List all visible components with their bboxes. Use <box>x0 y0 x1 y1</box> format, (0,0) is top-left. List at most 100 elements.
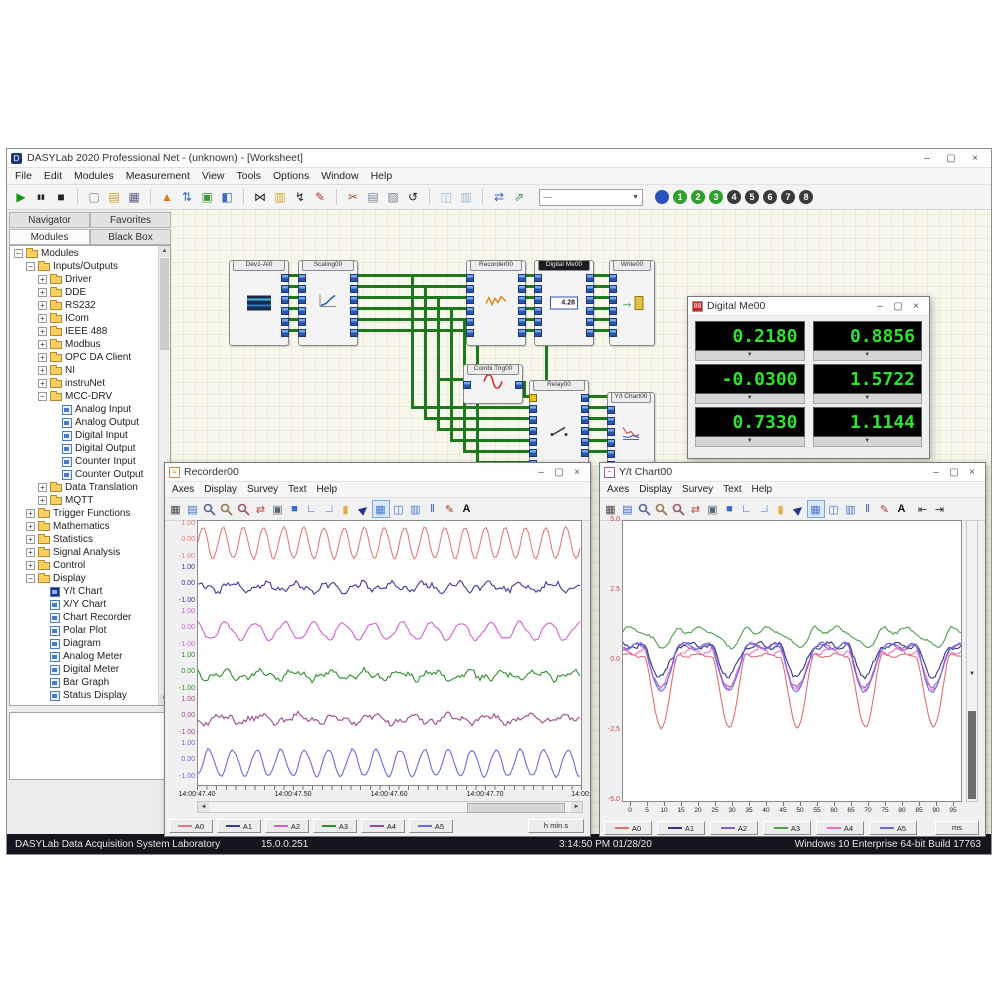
rec-display-table-icon[interactable]: ▤ <box>620 501 636 517</box>
page-4-button[interactable]: 4 <box>727 190 741 204</box>
expand-icon[interactable]: + <box>38 275 47 284</box>
digital-value-dropdown[interactable]: ▼ <box>695 394 805 404</box>
tree-item-analog-input[interactable]: Analog Input <box>10 403 158 416</box>
expand-icon[interactable]: + <box>26 548 35 557</box>
page-5-button[interactable]: 5 <box>745 190 759 204</box>
collapse-icon[interactable]: − <box>14 249 23 258</box>
rec-freeze-icon[interactable]: ■ <box>287 501 303 517</box>
rec-scale-bars-icon[interactable]: ‖ <box>860 501 876 517</box>
digital-value-dropdown[interactable]: ▼ <box>813 394 923 404</box>
tree-item-mqtt[interactable]: +MQTT <box>10 494 158 507</box>
tree-item-control[interactable]: +Control <box>10 559 158 572</box>
menu-item-modules[interactable]: Modules <box>68 170 120 182</box>
minimize-button[interactable]: – <box>871 299 889 314</box>
rec-zoom-out-icon[interactable] <box>654 501 670 517</box>
module-block-write00[interactable]: Write00 → <box>609 260 655 346</box>
tree-item-status-display[interactable]: Status Display <box>10 689 158 702</box>
global-settings-icon[interactable]: ▥ <box>271 188 289 206</box>
yt-unit-button[interactable]: ms <box>935 821 979 835</box>
start-icon[interactable]: ▶ <box>12 188 30 206</box>
rec-scroll-mode-icon[interactable]: ⇄ <box>253 501 269 517</box>
tree-item-mathematics[interactable]: +Mathematics <box>10 520 158 533</box>
branch-icon[interactable]: ↯ <box>291 188 309 206</box>
yt-scroll-thumb[interactable] <box>968 711 976 799</box>
rec-layout-split-icon[interactable]: ◫ <box>391 501 407 517</box>
paste-icon[interactable]: ▧ <box>384 188 402 206</box>
yt-compress-right-icon[interactable]: ⇥ <box>932 501 948 517</box>
close-button[interactable]: × <box>963 151 987 166</box>
minimize-button[interactable]: – <box>927 465 945 480</box>
tree-item-rs232[interactable]: +RS232 <box>10 299 158 312</box>
open-worksheet-icon[interactable]: ▤ <box>105 188 123 206</box>
tree-item-analog-meter[interactable]: Analog Meter <box>10 650 158 663</box>
recorder-time-unit-button[interactable]: h min s <box>528 819 584 833</box>
rec-freeze-icon[interactable]: ■ <box>722 501 738 517</box>
expand-icon[interactable]: + <box>26 509 35 518</box>
legend-a2[interactable]: A2 <box>265 819 309 833</box>
tree-item-digital-meter[interactable]: Digital Meter <box>10 663 158 676</box>
rec-zoom-in-icon[interactable] <box>637 501 653 517</box>
menu-item-display[interactable]: Display <box>634 484 677 495</box>
worksheet-jump-icon[interactable]: ⇄ <box>490 188 508 206</box>
scroll-right-icon[interactable]: ► <box>571 802 582 812</box>
maximize-button[interactable]: ▢ <box>889 299 907 314</box>
menu-item-window[interactable]: Window <box>315 170 364 182</box>
rec-font-icon[interactable]: A <box>894 501 910 517</box>
menu-item-survey[interactable]: Survey <box>677 484 718 495</box>
collapse-icon[interactable]: − <box>26 574 35 583</box>
module-block-digital-meter[interactable]: Digital Me00 4.28 <box>534 260 594 346</box>
tree-item-x-y-chart[interactable]: X/Y Chart <box>10 598 158 611</box>
menu-item-help[interactable]: Help <box>312 484 343 495</box>
rec-colors-brush-icon[interactable]: ✎ <box>877 501 893 517</box>
measurement-setup-icon[interactable]: ▲ <box>158 188 176 206</box>
recorder-h-scrollbar[interactable]: ◄ ► <box>197 801 583 813</box>
tab-favorites[interactable]: Favorites <box>90 212 171 228</box>
tree-item-analog-output[interactable]: Analog Output <box>10 416 158 429</box>
expand-icon[interactable]: + <box>38 340 47 349</box>
tab-navigator[interactable]: Navigator <box>9 212 90 228</box>
timebase-settings-icon[interactable]: ⇅ <box>178 188 196 206</box>
tree-item-counter-input[interactable]: Counter Input <box>10 455 158 468</box>
rec-axes-lin-icon[interactable]: ∟ <box>304 501 320 517</box>
menu-item-measurement[interactable]: Measurement <box>120 170 196 182</box>
legend-a0[interactable]: A0 <box>169 819 213 833</box>
tab-modules[interactable]: Modules <box>9 229 90 245</box>
display-arrangement-icon[interactable]: ▣ <box>198 188 216 206</box>
rec-zoom-out-icon[interactable] <box>219 501 235 517</box>
expand-icon[interactable]: + <box>38 496 47 505</box>
page-7-button[interactable]: 7 <box>781 190 795 204</box>
expand-icon[interactable]: + <box>26 522 35 531</box>
tree-item-ieee-488[interactable]: +IEEE 488 <box>10 325 158 338</box>
rec-colors-brush-icon[interactable]: ✎ <box>442 501 458 517</box>
rec-zoom-edit-icon[interactable] <box>236 501 252 517</box>
module-block-recorder00[interactable]: Recorder00 <box>466 260 526 346</box>
expand-icon[interactable]: + <box>38 327 47 336</box>
maximize-button[interactable]: ▢ <box>939 151 963 166</box>
menu-item-text[interactable]: Text <box>283 484 311 495</box>
menu-item-edit[interactable]: Edit <box>38 170 68 182</box>
close-button[interactable]: × <box>907 299 925 314</box>
legend-a4[interactable]: A4 <box>361 819 405 833</box>
tree-item-modbus[interactable]: +Modbus <box>10 338 158 351</box>
rec-cursor-arrow-icon[interactable]: ▶ <box>786 498 809 521</box>
tree-item-mcc-drv[interactable]: −MCC-DRV <box>10 390 158 403</box>
new-worksheet-icon[interactable]: ▢ <box>85 188 103 206</box>
expand-icon[interactable]: + <box>38 366 47 375</box>
menu-item-file[interactable]: File <box>9 170 38 182</box>
menu-item-options[interactable]: Options <box>267 170 315 182</box>
tree-item-polar-plot[interactable]: Polar Plot <box>10 624 158 637</box>
digital-value-dropdown[interactable]: ▼ <box>695 351 805 361</box>
scroll-up-icon[interactable]: ▲ <box>159 246 170 257</box>
digital-value-dropdown[interactable]: ▼ <box>695 437 805 447</box>
page-3-button[interactable]: 3 <box>709 190 723 204</box>
rec-layout-rows-icon[interactable]: ▥ <box>408 501 424 517</box>
tree-item-signal-analysis[interactable]: +Signal Analysis <box>10 546 158 559</box>
minimize-button[interactable]: – <box>915 151 939 166</box>
legend-a1[interactable]: A1 <box>217 819 261 833</box>
tree-item-driver[interactable]: +Driver <box>10 273 158 286</box>
rec-zoom-edit-icon[interactable] <box>671 501 687 517</box>
recorder-window[interactable]: ≈ Recorder00 – ▢ × AxesDisplaySurveyText… <box>164 462 591 837</box>
module-block-combi-trigger[interactable]: Combi Trig00 <box>463 364 523 404</box>
tree-scroll-thumb[interactable] <box>160 258 169 350</box>
cut-icon[interactable]: ✂ <box>344 188 362 206</box>
